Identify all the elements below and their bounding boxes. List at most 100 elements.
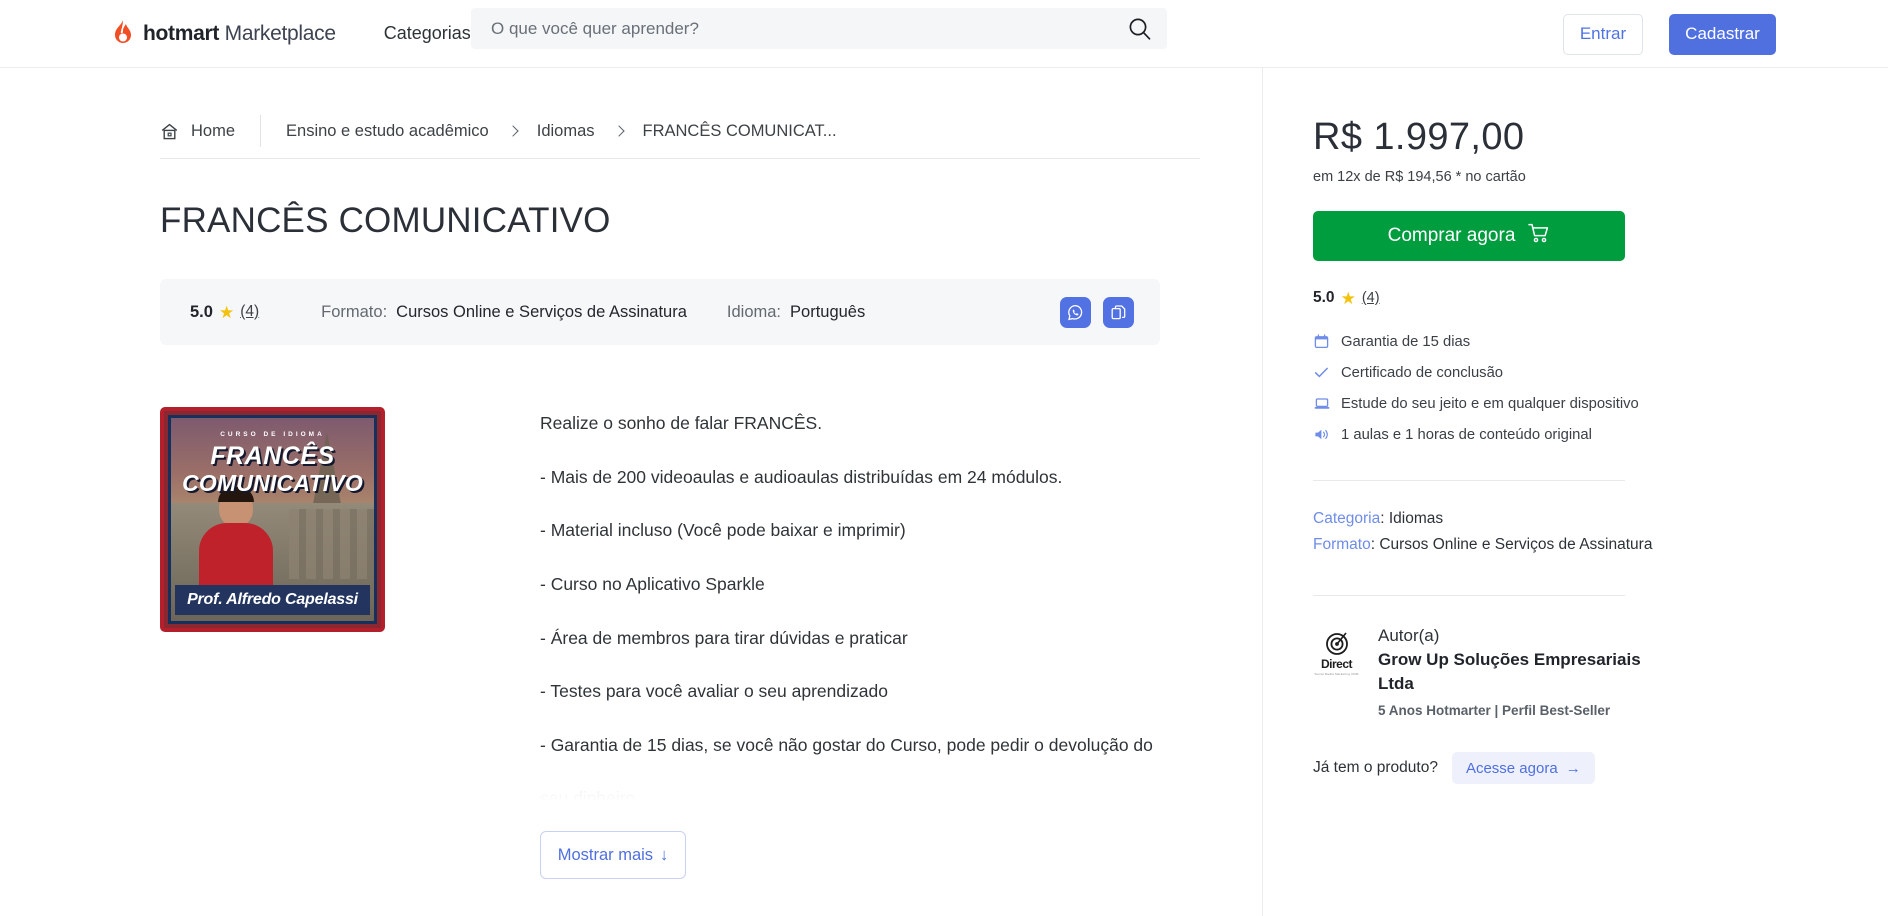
description-paragraph: Realize o sonho de falar FRANCÊS.: [540, 413, 823, 433]
access-now-button[interactable]: Acesse agora →: [1451, 752, 1595, 785]
category-link[interactable]: Categoria: [1313, 510, 1380, 527]
speaker-icon: [1313, 426, 1330, 443]
description-paragraph: - Material incluso (Você pode baixar e i…: [540, 520, 906, 541]
product-body: CURSO DE IDIOMA FRANCÊS COMUNICATIVO Pro…: [160, 407, 1262, 879]
format-link[interactable]: Formato: [1313, 536, 1371, 553]
target-icon: [1325, 632, 1348, 655]
sidebar-divider: [1313, 480, 1625, 481]
chevron-right-icon: [612, 125, 625, 137]
buy-now-label: Comprar agora: [1387, 225, 1516, 246]
language-value: Português: [790, 302, 866, 321]
thumbnail-title-line2: COMUNICATIVO: [182, 470, 363, 496]
whatsapp-share-button[interactable]: [1060, 296, 1091, 328]
breadcrumb-home[interactable]: Home: [160, 122, 235, 141]
benefit-label: 1 aulas e 1 horas de conteúdo original: [1341, 426, 1592, 443]
main-content: Home Ensino e estudo acadêmico Idiomas F…: [0, 68, 1262, 916]
search-button[interactable]: [1113, 8, 1167, 49]
page-title: FRANCÊS COMUNICATIVO: [160, 201, 611, 240]
laptop-icon: [1313, 395, 1330, 412]
description-paragraph: - Testes para você avaliar o seu aprendi…: [540, 681, 888, 702]
hotmart-logo[interactable]: hotmart Marketplace: [112, 19, 336, 48]
buy-now-button[interactable]: Comprar agora: [1313, 211, 1625, 261]
brand-bold: hotmart: [143, 21, 220, 45]
search-bar[interactable]: [471, 8, 1167, 49]
share-buttons: [1060, 296, 1134, 328]
description-faded-line: seu dinheiro.: [540, 788, 641, 809]
login-button[interactable]: Entrar: [1563, 13, 1643, 55]
product-language: Idioma: Português: [727, 303, 865, 322]
benefit-label: Estude do seu jeito e em qualquer dispos…: [1341, 395, 1639, 412]
author-label: Autor(a): [1378, 625, 1440, 645]
benefit-item: Garantia de 15 dias: [1313, 333, 1832, 350]
sidebar-rating-value: 5.0: [1313, 289, 1335, 306]
benefits-list: Garantia de 15 dias Certificado de concl…: [1313, 333, 1832, 443]
breadcrumb-item-3: FRANCÊS COMUNICAT...: [642, 121, 837, 140]
signup-button[interactable]: Cadastrar: [1669, 13, 1776, 55]
author-name[interactable]: Grow Up Soluções Empresariais Ltda: [1378, 648, 1646, 697]
description-paragraph: - Curso no Aplicativo Sparkle: [540, 573, 765, 594]
brand-light: Marketplace: [224, 21, 336, 45]
product-description: Realize o sonho de falar FRANCÊS. - Mais…: [540, 407, 1160, 879]
installment-text: em 12x de R$ 194,56 * no cartão: [1313, 169, 1526, 185]
arrow-down-icon: ↓: [660, 845, 669, 864]
author-badge: 5 Anos Hotmarter | Perfil Best-Seller: [1378, 703, 1611, 719]
breadcrumb-bottom-rule: [160, 158, 1200, 159]
categories-label: Categorias: [383, 23, 471, 43]
show-more-label: Mostrar mais: [557, 845, 654, 864]
instructor-photo: [197, 487, 275, 597]
breadcrumb-item-2[interactable]: Idiomas: [537, 122, 595, 141]
benefit-item: Certificado de conclusão: [1313, 364, 1832, 381]
benefit-item: 1 aulas e 1 horas de conteúdo original: [1313, 426, 1832, 443]
search-input[interactable]: [471, 8, 1113, 49]
page-body: Home Ensino e estudo acadêmico Idiomas F…: [0, 68, 1888, 916]
breadcrumb-item-1[interactable]: Ensino e estudo acadêmico: [286, 122, 489, 141]
benefit-label: Garantia de 15 dias: [1341, 333, 1471, 350]
show-more-button[interactable]: Mostrar mais ↓: [540, 831, 686, 879]
format-value: : Cursos Online e Serviços de Assinatura: [1370, 535, 1653, 553]
thumbnail-eyebrow: CURSO DE IDIOMA: [220, 431, 325, 438]
product-thumbnail: CURSO DE IDIOMA FRANCÊS COMUNICATIVO Pro…: [160, 407, 385, 632]
have-product-row: Já tem o produto? Acesse agora →: [1313, 752, 1832, 785]
author-logo-subtext: Social Media Marketing CRM: [1314, 671, 1359, 676]
breadcrumb-divider: [260, 115, 262, 147]
rating-value: 5.0: [190, 302, 213, 321]
author-logo-text: Direct: [1320, 656, 1353, 671]
flame-icon: [112, 19, 134, 48]
meta-format: Formato: Cursos Online e Serviços de Ass…: [1313, 532, 1832, 558]
sidebar-divider-2: [1313, 594, 1625, 596]
product-format: Formato: Cursos Online e Serviços de Ass…: [321, 303, 687, 322]
check-icon: [1313, 364, 1330, 381]
category-value: : Idiomas: [1380, 510, 1444, 527]
copy-link-button[interactable]: [1103, 296, 1134, 328]
product-price: R$ 1.997,00: [1313, 116, 1525, 158]
sidebar-rating-count[interactable]: (4): [1362, 290, 1380, 306]
site-header: hotmart Marketplace Categorias Entrar Ca…: [0, 0, 1888, 68]
access-now-label: Acesse agora: [1465, 759, 1558, 777]
star-icon: ★: [1340, 288, 1356, 308]
cart-icon: [1528, 223, 1550, 249]
calendar-icon: [1313, 333, 1330, 350]
have-product-label: Já tem o produto?: [1313, 759, 1438, 777]
breadcrumb: Home Ensino e estudo acadêmico Idiomas F…: [160, 114, 1262, 148]
description-paragraph: - Mais de 200 videoaulas e audioaulas di…: [540, 466, 1063, 487]
benefit-label: Certificado de conclusão: [1341, 364, 1504, 381]
meta-category: Categoria: Idiomas: [1313, 506, 1832, 532]
star-icon: ★: [218, 302, 235, 322]
thumbnail-inner-frame: CURSO DE IDIOMA FRANCÊS COMUNICATIVO Pro…: [168, 415, 377, 624]
description-paragraph: - Garantia de 15 dias, se você não gosta…: [540, 734, 1153, 755]
home-icon: [160, 122, 179, 141]
thumbnail-author-bar: Prof. Alfredo Capelassi: [175, 585, 370, 615]
purchase-sidebar: R$ 1.997,00 em 12x de R$ 194,56 * no car…: [1262, 68, 1888, 916]
format-value: Cursos Online e Serviços de Assinatura: [396, 302, 687, 321]
rating-count[interactable]: (4): [240, 303, 259, 321]
author-logo: Direct Social Media Marketing CRM: [1313, 630, 1360, 677]
author-block: Direct Social Media Marketing CRM Autor(…: [1313, 626, 1832, 718]
chevron-right-icon: [507, 125, 519, 137]
breadcrumb-home-label: Home: [191, 121, 236, 140]
language-label: Idioma:: [726, 302, 782, 321]
benefit-item: Estude do seu jeito e em qualquer dispos…: [1313, 395, 1832, 412]
arrow-right-icon: →: [1565, 759, 1581, 777]
product-meta-list: Categoria: Idiomas Formato: Cursos Onlin…: [1313, 506, 1832, 558]
header-actions: Entrar Cadastrar: [1563, 0, 1776, 68]
description-paragraph: - Área de membros para tirar dúvidas e p…: [540, 627, 908, 648]
